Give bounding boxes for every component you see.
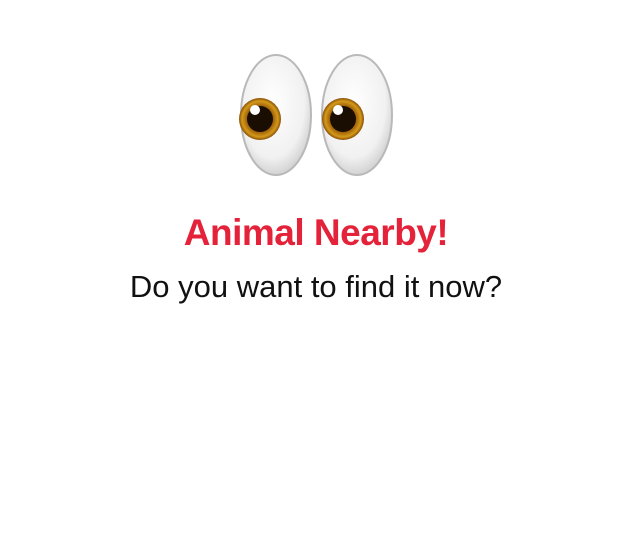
alert-message: Do you want to find it now? <box>129 269 503 304</box>
animal-alert-screen: Animal Nearby! Do you want to find it no… <box>0 0 632 544</box>
eyes-icon <box>236 50 398 180</box>
alert-title: Animal Nearby! <box>183 212 449 253</box>
